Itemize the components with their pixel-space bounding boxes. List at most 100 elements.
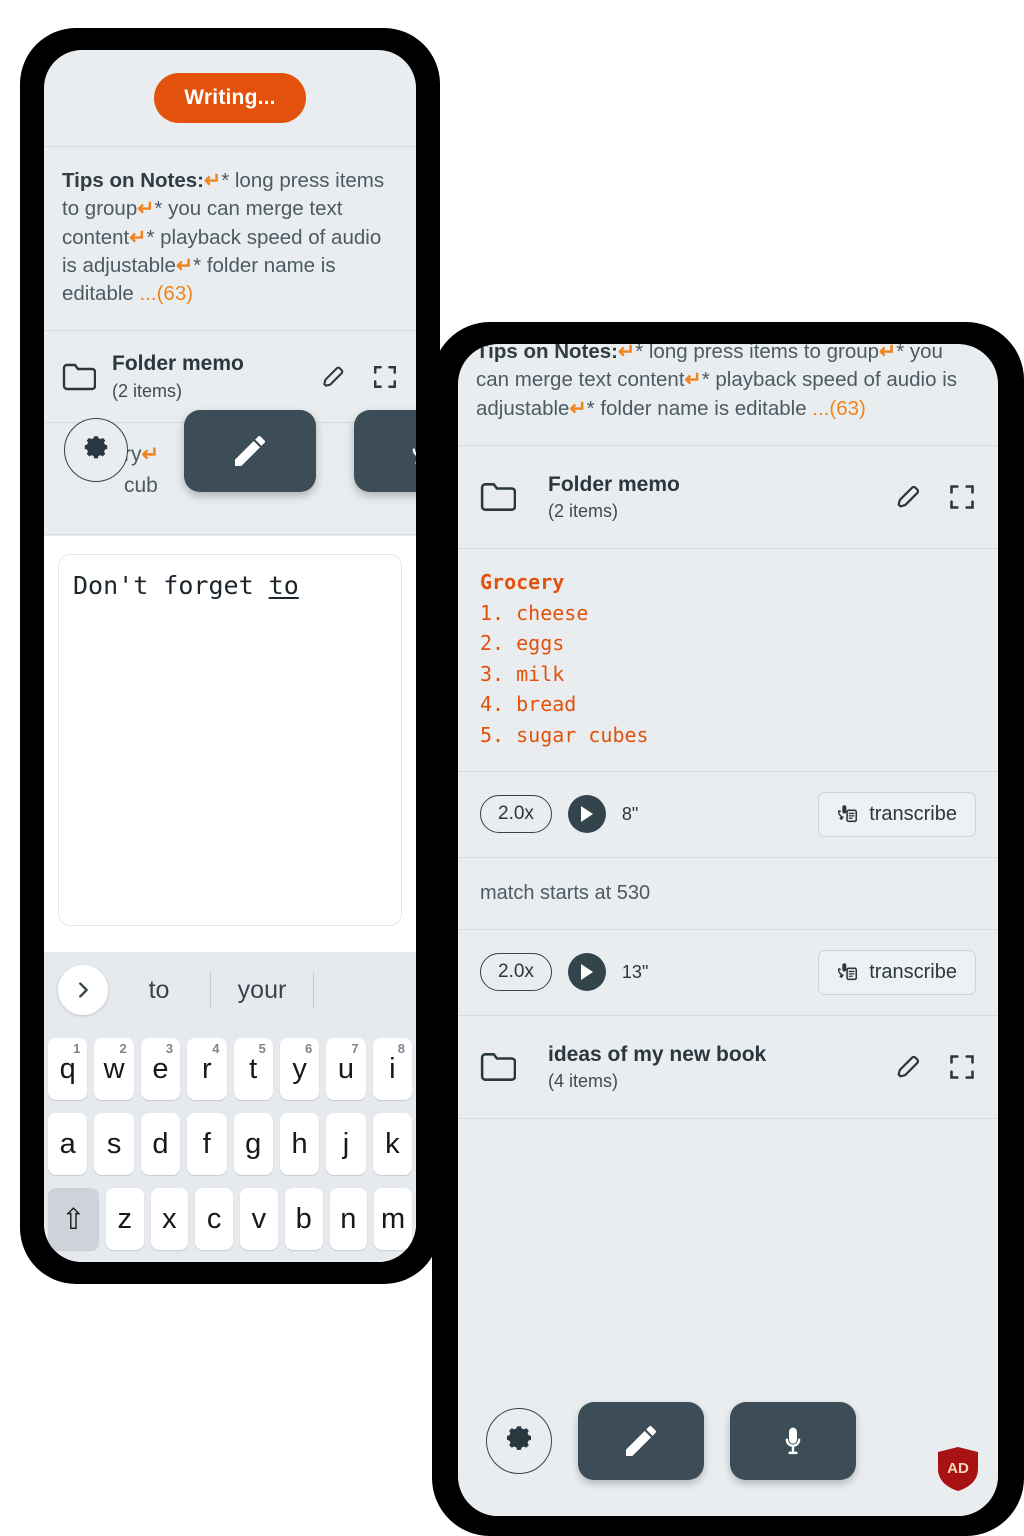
folder-row-ideas[interactable]: ideas of my new book (4 items)	[458, 1016, 998, 1118]
note-line: 5. sugar cubes	[480, 723, 649, 748]
folder-row-memo-left[interactable]: Folder memo (2 items)	[44, 331, 416, 421]
record-audio-button-right[interactable]	[730, 1402, 856, 1480]
transcribe-label: transcribe	[869, 960, 957, 983]
folder-actions	[320, 364, 398, 390]
key-v[interactable]: v	[240, 1188, 278, 1250]
play-icon	[580, 964, 593, 981]
return-glyph-icon: ↵	[618, 344, 636, 363]
return-glyph-icon: ↵	[137, 197, 155, 221]
folder-name: Folder memo	[112, 352, 244, 376]
suggestion-divider	[313, 972, 314, 1008]
key-r[interactable]: 4r	[187, 1038, 227, 1100]
editor-text-prefix: Don't forget	[73, 571, 269, 600]
key-t[interactable]: 5t	[233, 1038, 273, 1100]
transcribe-label: transcribe	[869, 802, 957, 825]
key-label: q	[59, 1052, 76, 1085]
tips-note-left[interactable]: Tips on Notes:↵* long press items to gro…	[44, 147, 416, 330]
folder-text-block: ideas of my new book (4 items)	[548, 1042, 878, 1092]
power-button-right[interactable]	[1016, 592, 1024, 712]
key-number-hint: 6	[305, 1041, 313, 1056]
key-label: w	[103, 1052, 125, 1085]
folder-text-block: Folder memo (2 items)	[112, 351, 304, 401]
key-m[interactable]: m	[374, 1188, 412, 1250]
microphone-icon	[412, 448, 416, 464]
volume-down-button-left[interactable]	[20, 464, 44, 522]
transcribe-button-2[interactable]: transcribe	[818, 949, 976, 995]
expand-fullscreen-icon[interactable]	[948, 1053, 976, 1081]
return-glyph-icon: ↵	[129, 225, 147, 249]
key-d[interactable]: d	[140, 1113, 181, 1175]
gear-icon	[84, 436, 108, 459]
tips-more-count: ...(63)	[139, 282, 194, 306]
note-text-input[interactable]: Don't forget to	[58, 554, 402, 926]
edit-pencil-icon[interactable]	[320, 364, 346, 390]
key-s[interactable]: s	[94, 1113, 134, 1175]
key-b[interactable]: b	[284, 1188, 323, 1250]
keyboard-suggestion-bar: to your	[44, 952, 416, 1028]
key-w[interactable]: 2w	[94, 1038, 134, 1100]
volume-up-button-left[interactable]	[20, 388, 44, 446]
transcribe-button-1[interactable]: transcribe	[818, 791, 976, 837]
key-number-hint: 2	[119, 1041, 127, 1056]
key-x[interactable]: x	[150, 1188, 189, 1250]
phone-left-screen: Writing... Tips on Notes:↵* long press i…	[44, 50, 416, 1262]
suggestion-word-2[interactable]: your	[211, 976, 313, 1005]
key-y[interactable]: 6y	[279, 1038, 320, 1100]
playback-speed-button-1[interactable]: 2.0x	[480, 795, 552, 834]
folder-item-count: (4 items)	[548, 1070, 619, 1091]
play-button-2[interactable]	[567, 953, 606, 992]
phone-right-device: Tips on Notes:↵* long press items to gro…	[432, 322, 1024, 1536]
status-badge-writing: Writing...	[154, 73, 306, 123]
key-c[interactable]: c	[195, 1188, 234, 1250]
pencil-icon	[235, 436, 265, 466]
folder-actions	[894, 1053, 976, 1081]
key-n[interactable]: n	[329, 1188, 368, 1250]
phone-left-device: Writing... Tips on Notes:↵* long press i…	[20, 28, 446, 1284]
playback-speed-button-2[interactable]: 2.0x	[480, 953, 552, 992]
play-button-1[interactable]	[567, 795, 606, 834]
pencil-icon	[626, 1426, 656, 1456]
suggestion-word-1[interactable]: to	[108, 976, 210, 1005]
edit-pencil-icon[interactable]	[894, 483, 922, 511]
settings-gear-button-left[interactable]	[64, 418, 128, 482]
edit-pencil-icon[interactable]	[894, 1053, 922, 1081]
key-e[interactable]: 3e	[140, 1038, 181, 1100]
key-label: u	[337, 1052, 354, 1085]
divider	[44, 533, 416, 535]
folder-icon	[62, 363, 96, 391]
record-audio-button-left[interactable]	[354, 410, 416, 492]
phone-right-screen: Tips on Notes:↵* long press items to gro…	[458, 344, 998, 1516]
key-a[interactable]: a	[48, 1113, 88, 1175]
microphone-icon	[785, 1427, 801, 1455]
settings-gear-button-right[interactable]	[486, 1408, 552, 1474]
return-glyph-icon: ↵	[684, 368, 702, 392]
key-number-hint: 7	[351, 1041, 359, 1056]
tips-label: Tips on Notes:	[62, 169, 204, 192]
key-number-hint: 8	[397, 1041, 405, 1056]
expand-fullscreen-icon[interactable]	[948, 483, 976, 511]
key-h[interactable]: h	[279, 1113, 320, 1175]
key-q[interactable]: 1q	[48, 1038, 88, 1100]
folder-row-memo-right[interactable]: Folder memo (2 items)	[458, 446, 998, 548]
expand-fullscreen-icon[interactable]	[372, 364, 398, 390]
note-grocery[interactable]: Grocery 1. cheese 2. eggs 3. milk 4. bre…	[458, 549, 998, 771]
ad-badge[interactable]: AD	[936, 1446, 980, 1492]
key-i[interactable]: 8i	[372, 1038, 412, 1100]
key-k[interactable]: k	[372, 1113, 412, 1175]
key-j[interactable]: j	[326, 1113, 366, 1175]
note-line: 1. cheese	[480, 600, 589, 625]
audio-row-1: 2.0x 8" transcribe	[458, 772, 998, 857]
compose-note-button-left[interactable]	[184, 410, 316, 492]
keyboard-row-2: asdfghjk	[48, 1113, 412, 1175]
compose-note-button-right[interactable]	[578, 1402, 704, 1480]
audio-duration-2: 13"	[621, 961, 649, 982]
key-g[interactable]: g	[233, 1113, 273, 1175]
tips-note-right[interactable]: Tips on Notes:↵* long press items to gro…	[458, 344, 998, 445]
key-z[interactable]: z	[105, 1188, 144, 1250]
key-u[interactable]: 7u	[326, 1038, 366, 1100]
key-shift[interactable]: ⇧	[48, 1188, 99, 1250]
note-line: 2. eggs	[480, 631, 565, 656]
tips-label: Tips on Notes:	[476, 344, 618, 363]
key-f[interactable]: f	[187, 1113, 227, 1175]
expand-suggestions-button[interactable]	[58, 965, 108, 1015]
